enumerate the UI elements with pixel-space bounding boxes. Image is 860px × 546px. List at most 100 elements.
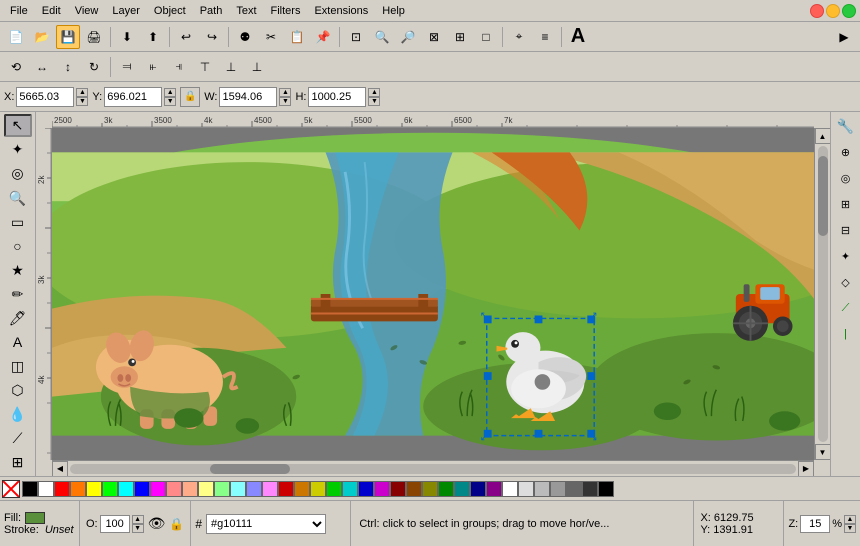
hscroll-thumb[interactable] — [210, 464, 290, 474]
palette-swatch[interactable] — [118, 481, 134, 497]
palette-swatch[interactable] — [54, 481, 70, 497]
palette-swatch[interactable] — [310, 481, 326, 497]
palette-swatch[interactable] — [246, 481, 262, 497]
palette-swatch[interactable] — [198, 481, 214, 497]
tweak-tool[interactable]: ◎ — [4, 162, 32, 185]
select-tool[interactable]: ↖ — [4, 114, 32, 137]
palette-swatch[interactable] — [486, 481, 502, 497]
right-snap-btn8[interactable]: ⟋ — [834, 296, 858, 320]
copy-button[interactable]: 📋 — [285, 25, 309, 49]
copy-style-button[interactable]: ⚉ — [233, 25, 257, 49]
menu-object[interactable]: Object — [148, 3, 192, 19]
menu-edit[interactable]: Edit — [36, 3, 67, 19]
right-snap-btn6[interactable]: ✦ — [834, 244, 858, 268]
scroll-right-button[interactable]: ▶ — [798, 461, 814, 477]
palette-swatch[interactable] — [454, 481, 470, 497]
opacity-down[interactable]: ▼ — [132, 524, 144, 533]
zoom-in-button[interactable]: 🔍 — [370, 25, 394, 49]
zoom-out-button[interactable]: 🔎 — [396, 25, 420, 49]
palette-swatch[interactable] — [134, 481, 150, 497]
palette-swatch[interactable] — [438, 481, 454, 497]
transform-dialog-button[interactable]: ⌖ — [507, 25, 531, 49]
redo-button[interactable]: ↪ — [200, 25, 224, 49]
palette-swatch[interactable] — [582, 481, 598, 497]
paste-button[interactable]: 📌 — [311, 25, 335, 49]
flip-h-button[interactable]: ↔ — [30, 55, 54, 79]
h-down[interactable]: ▼ — [368, 97, 380, 106]
right-snap-btn4[interactable]: ⊞ — [834, 192, 858, 216]
palette-swatch[interactable] — [470, 481, 486, 497]
circle-tool[interactable]: ○ — [4, 235, 32, 258]
menu-layer[interactable]: Layer — [106, 3, 146, 19]
h-up[interactable]: ▲ — [368, 88, 380, 97]
lock-icon[interactable]: 🔒 — [169, 517, 184, 531]
x-input[interactable] — [16, 87, 74, 107]
palette-swatch[interactable] — [86, 481, 102, 497]
palette-swatch[interactable] — [38, 481, 54, 497]
palette-swatch[interactable] — [278, 481, 294, 497]
palette-swatch[interactable] — [358, 481, 374, 497]
rotate-cw-button[interactable]: ↻ — [82, 55, 106, 79]
rect-tool[interactable]: ▭ — [4, 211, 32, 234]
gradient-tool[interactable]: ◫ — [4, 355, 32, 378]
flip-v-button[interactable]: ↕ — [56, 55, 80, 79]
palette-swatch[interactable] — [230, 481, 246, 497]
text-tool[interactable]: A — [4, 331, 32, 354]
align-right-button[interactable]: ⫣ — [167, 55, 191, 79]
palette-swatch[interactable] — [214, 481, 230, 497]
zoom-draw-button[interactable]: ⊡ — [344, 25, 368, 49]
node-tool[interactable]: ✦ — [4, 138, 32, 161]
fill-swatch[interactable] — [25, 512, 45, 524]
text-tool-large[interactable]: A — [566, 25, 590, 49]
eyedrop-tool[interactable]: 💧 — [4, 403, 32, 426]
transform-move-button[interactable]: ⟲ — [4, 55, 28, 79]
right-snap-btn2[interactable]: ⊕ — [834, 140, 858, 164]
layer-dropdown[interactable]: #g10111 — [206, 514, 326, 534]
menu-view[interactable]: View — [69, 3, 105, 19]
zoom-fit-button[interactable]: ⊠ — [422, 25, 446, 49]
y-input[interactable] — [104, 87, 162, 107]
palette-swatch[interactable] — [102, 481, 118, 497]
h-input[interactable] — [308, 87, 366, 107]
menu-path[interactable]: Path — [194, 3, 229, 19]
align-middle-button[interactable]: ⊥ — [219, 55, 243, 79]
import-button[interactable]: ⬇ — [115, 25, 139, 49]
palette-swatch[interactable] — [182, 481, 198, 497]
palette-swatch[interactable] — [294, 481, 310, 497]
y-down[interactable]: ▼ — [164, 97, 176, 106]
w-input[interactable] — [219, 87, 277, 107]
w-up[interactable]: ▲ — [279, 88, 291, 97]
export-button[interactable]: ⬆ — [141, 25, 165, 49]
zoom-down[interactable]: ▼ — [844, 524, 856, 533]
zoom-sel-button[interactable]: ⊞ — [448, 25, 472, 49]
palette-swatch[interactable] — [406, 481, 422, 497]
align-bottom-button[interactable]: ⊥ — [245, 55, 269, 79]
spray-tool[interactable]: ⊞ — [4, 451, 32, 474]
wh-lock-button[interactable]: 🔒 — [180, 87, 200, 107]
palette-swatch[interactable] — [550, 481, 566, 497]
palette-swatch[interactable] — [374, 481, 390, 497]
palette-swatch[interactable] — [534, 481, 550, 497]
palette-swatch[interactable] — [262, 481, 278, 497]
palette-swatch[interactable] — [70, 481, 86, 497]
palette-swatch[interactable] — [166, 481, 182, 497]
scrollbar-h[interactable]: ◀ ▶ — [52, 460, 814, 476]
window-close[interactable] — [810, 4, 824, 18]
align-dialog-button[interactable]: ≡ — [533, 25, 557, 49]
align-center-button[interactable]: ⫦ — [141, 55, 165, 79]
print-button[interactable]: 🖨 — [82, 25, 106, 49]
pencil-tool[interactable]: ✏ — [4, 283, 32, 306]
scrollbar-v[interactable]: ▲ ▼ — [814, 128, 830, 460]
new-button[interactable]: 📄 — [4, 25, 28, 49]
bucket-tool[interactable]: ⬡ — [4, 379, 32, 402]
window-min[interactable] — [826, 4, 840, 18]
hscroll-track[interactable] — [70, 464, 796, 474]
zoom-page-button[interactable]: □ — [474, 25, 498, 49]
scroll-up-button[interactable]: ▲ — [815, 128, 831, 144]
opacity-input[interactable] — [100, 515, 130, 533]
layer-icon[interactable]: # — [195, 517, 202, 531]
right-snap-btn1[interactable]: 🔧 — [834, 114, 858, 138]
palette-swatch[interactable] — [598, 481, 614, 497]
extra-menu-button[interactable]: ▶ — [832, 25, 856, 49]
x-down[interactable]: ▼ — [76, 97, 88, 106]
